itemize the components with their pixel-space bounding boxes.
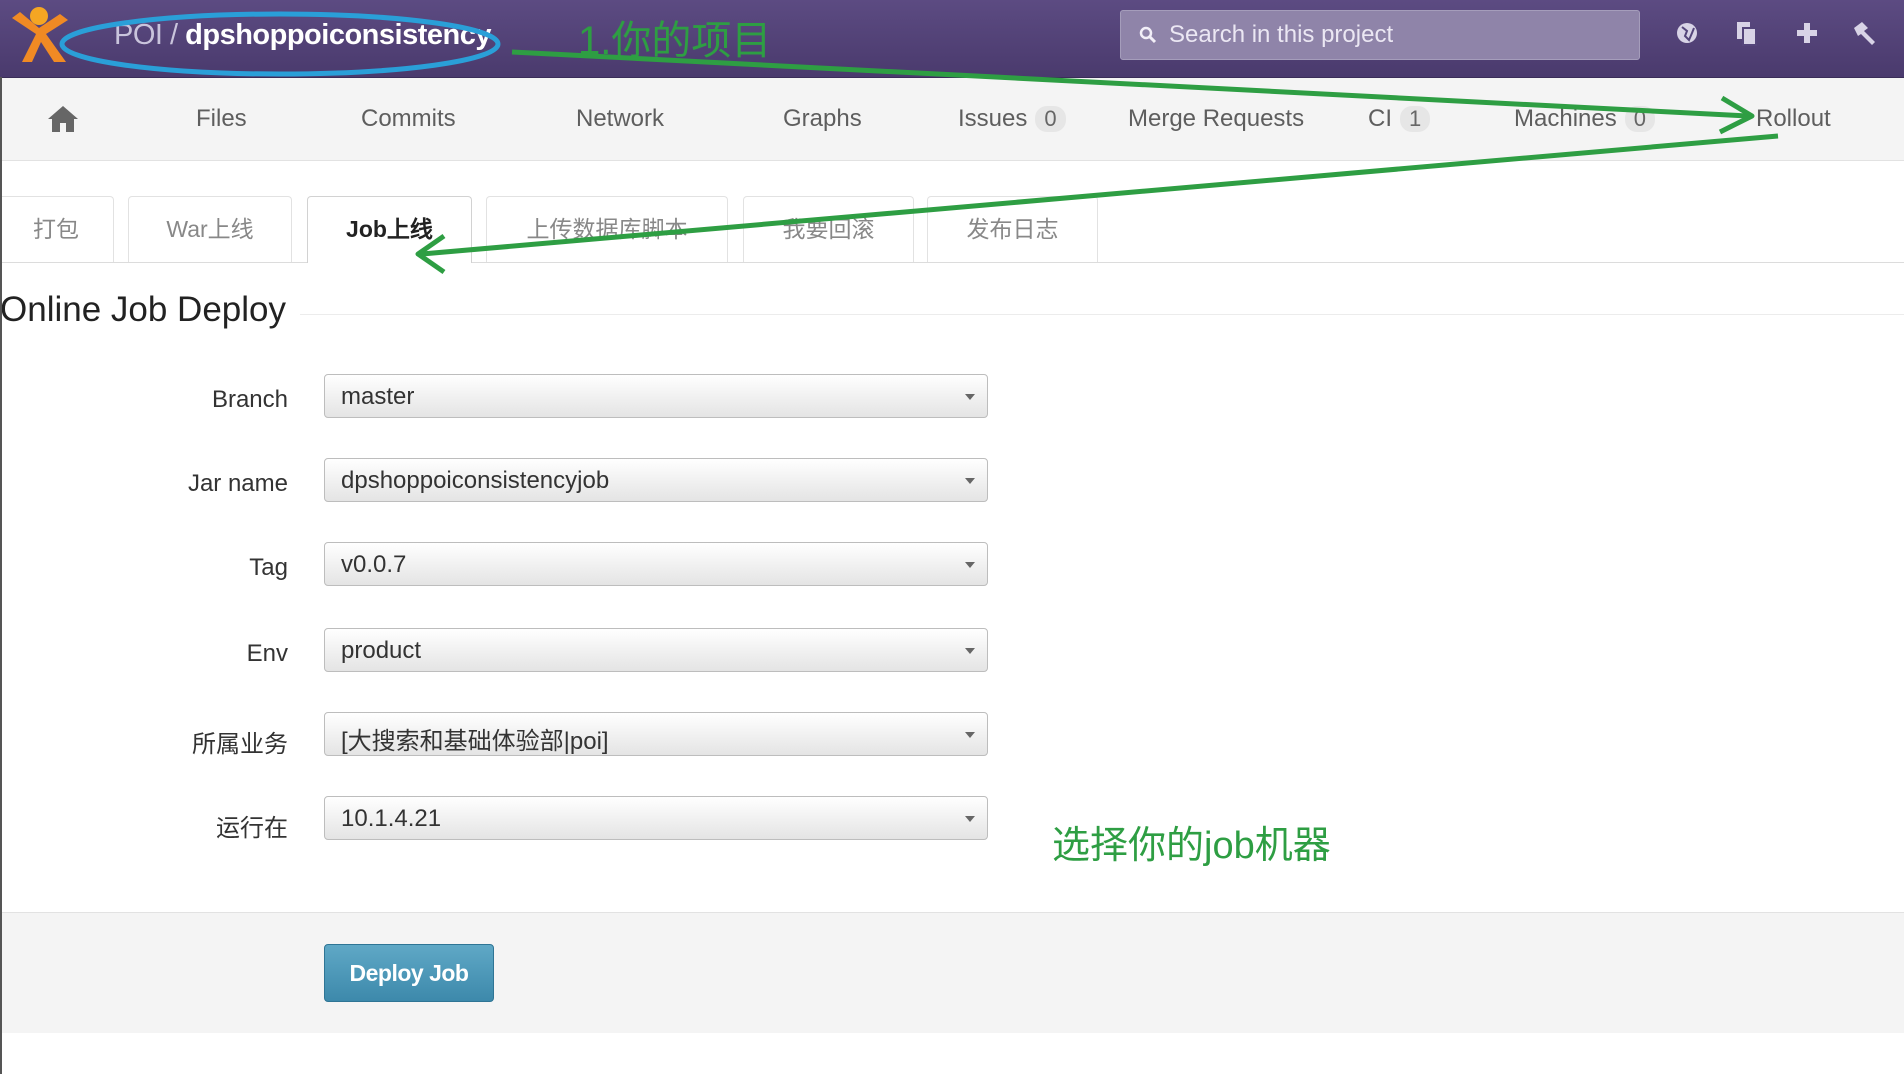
nav-graphs[interactable]: Graphs <box>783 105 862 133</box>
nav-label: Graphs <box>783 105 862 132</box>
nav-network[interactable]: Network <box>576 105 664 133</box>
tag-select[interactable]: v0.0.7 <box>324 542 988 586</box>
copy-icon[interactable] <box>1732 18 1762 48</box>
main-nav: Files Commits Network Graphs Issues 0 Mer… <box>0 78 1904 161</box>
branch-label: Branch <box>211 386 288 413</box>
jar-name-select[interactable]: dpshoppoiconsistencyjob <box>324 458 988 502</box>
run-on-label: 运行在 <box>216 815 288 842</box>
search-box[interactable] <box>1120 10 1640 60</box>
chevron-down-icon <box>965 648 975 654</box>
search-input[interactable] <box>1167 19 1631 51</box>
business-value: [大搜索和基础体验部|poi] <box>341 728 609 755</box>
nav-merge-requests[interactable]: Merge Requests <box>1128 105 1304 133</box>
nav-label: CI <box>1368 105 1392 132</box>
nav-label: Machines <box>1514 105 1617 132</box>
rollout-tabs: 打包 War上线 Job上线 上传数据库脚本 我要回滚 发布日志 <box>0 196 1904 263</box>
nav-label: Commits <box>361 105 456 132</box>
plus-icon[interactable] <box>1792 18 1822 48</box>
chevron-down-icon <box>965 732 975 738</box>
nav-issues[interactable]: Issues 0 <box>958 105 1066 133</box>
branch-value: master <box>341 383 415 410</box>
logo-icon[interactable] <box>8 4 70 66</box>
chevron-down-icon <box>965 562 975 568</box>
run-on-value: 10.1.4.21 <box>341 805 442 832</box>
machine-annotation: 选择你的job机器 <box>1052 825 1331 867</box>
nav-label: Network <box>576 105 665 132</box>
nav-label: Merge Requests <box>1128 105 1305 132</box>
nav-label: Files <box>196 105 247 132</box>
machines-count: 0 <box>1624 106 1655 132</box>
project-name[interactable]: dpshoppoiconsistency <box>185 19 491 51</box>
business-label: 所属业务 <box>192 731 288 758</box>
nav-ci[interactable]: CI 1 <box>1368 105 1431 133</box>
chevron-down-icon <box>965 816 975 822</box>
nav-commits[interactable]: Commits <box>361 105 456 133</box>
jar-name-value: dpshoppoiconsistencyjob <box>341 467 610 494</box>
chevron-down-icon <box>965 478 975 484</box>
tab-war-online[interactable]: War上线 <box>128 196 292 262</box>
home-icon[interactable] <box>46 104 80 134</box>
globe-icon[interactable] <box>1672 18 1702 48</box>
hammer-icon[interactable] <box>1850 18 1880 48</box>
tab-rollback[interactable]: 我要回滚 <box>743 196 914 262</box>
chevron-down-icon <box>965 394 975 400</box>
project-title[interactable]: POI / dpshoppoiconsistency <box>114 19 491 52</box>
deploy-job-button[interactable]: Deploy Job <box>324 944 494 1002</box>
divider <box>300 314 1904 315</box>
window-edge <box>0 77 2 1074</box>
tab-upload-db-script[interactable]: 上传数据库脚本 <box>486 196 728 262</box>
search-icon <box>1139 26 1157 44</box>
tab-package[interactable]: 打包 <box>0 196 114 262</box>
tab-release-log[interactable]: 发布日志 <box>927 196 1098 262</box>
business-select[interactable]: [大搜索和基础体验部|poi] <box>324 712 988 756</box>
branch-select[interactable]: master <box>324 374 988 418</box>
env-label: Env <box>246 640 288 667</box>
tab-job-online[interactable]: Job上线 <box>307 196 472 263</box>
form-actions: Deploy Job <box>0 912 1904 1033</box>
tag-value: v0.0.7 <box>341 551 407 578</box>
issues-count: 0 <box>1035 106 1066 132</box>
ci-count: 1 <box>1400 106 1431 132</box>
nav-files[interactable]: Files <box>196 105 247 133</box>
project-group[interactable]: POI / <box>114 19 178 51</box>
env-value: product <box>341 637 422 664</box>
form-title: Online Job Deploy <box>0 290 286 329</box>
nav-rollout[interactable]: Rollout <box>1756 105 1831 133</box>
env-select[interactable]: product <box>324 628 988 672</box>
jar-name-label: Jar name <box>187 470 288 497</box>
run-on-select[interactable]: 10.1.4.21 <box>324 796 988 840</box>
top-header: POI / dpshoppoiconsistency <box>0 0 1904 78</box>
nav-label: Rollout <box>1756 105 1831 132</box>
nav-label: Issues <box>958 105 1028 132</box>
tag-label: Tag <box>249 554 288 581</box>
step1-annotation: 1.你的项目 <box>578 19 772 63</box>
nav-machines[interactable]: Machines 0 <box>1514 105 1655 133</box>
